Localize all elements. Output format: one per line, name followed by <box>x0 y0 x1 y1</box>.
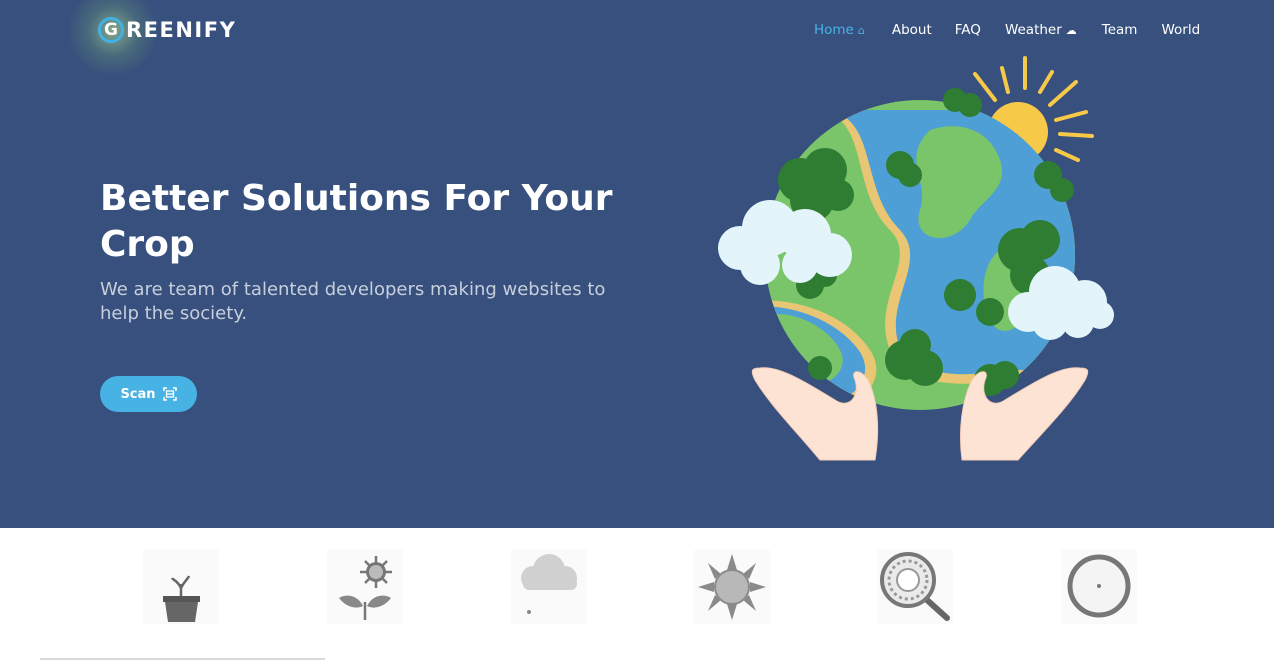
nav-item-home-label: Home <box>814 22 854 38</box>
magnifier-icon[interactable] <box>877 550 953 624</box>
logo-letter: G <box>98 17 124 43</box>
nav-item-world[interactable]: World <box>1161 20 1200 40</box>
nav-item-home[interactable]: Home ⌂ <box>814 20 865 40</box>
home-icon: ⌂ <box>857 23 865 37</box>
scan-button-label: Scan <box>120 386 156 402</box>
main-nav: Home ⌂ About FAQ Weather ☁ Team World <box>814 20 1200 40</box>
nav-item-weather[interactable]: Weather ☁ <box>1005 20 1077 40</box>
rain-cloud-icon[interactable] <box>511 550 587 624</box>
nav-item-team-label: Team <box>1101 22 1138 38</box>
nav-item-about-label: About <box>891 22 932 38</box>
nav-item-about[interactable]: About <box>892 20 932 40</box>
hero-subtext: We are team of talented developers makin… <box>100 279 606 324</box>
earth-in-hands-illustration <box>718 56 1114 461</box>
nav-item-team[interactable]: Team <box>1102 20 1138 40</box>
nav-item-faq-label: FAQ <box>954 22 981 38</box>
ring-icon[interactable] <box>1061 550 1137 624</box>
logo[interactable]: G REENIFY <box>68 0 237 76</box>
hero-section: G REENIFY Home ⌂ About FAQ Weather ☁ Tea… <box>0 0 1274 528</box>
feature-icons-row <box>0 528 1274 660</box>
sun-icon[interactable] <box>694 550 770 624</box>
scan-button[interactable]: Scan <box>100 376 197 412</box>
weather-icon: ☁ <box>1065 23 1077 37</box>
scan-icon <box>162 387 177 401</box>
hero-headline: Better Solutions For Your Crop <box>100 178 613 265</box>
plant-pot-icon[interactable] <box>143 550 219 624</box>
nav-item-world-label: World <box>1161 22 1201 38</box>
flower-sun-icon[interactable] <box>327 550 403 624</box>
logo-text: REENIFY <box>126 18 237 42</box>
nav-item-weather-label: Weather <box>1004 22 1062 38</box>
nav-item-faq[interactable]: FAQ <box>955 20 981 40</box>
